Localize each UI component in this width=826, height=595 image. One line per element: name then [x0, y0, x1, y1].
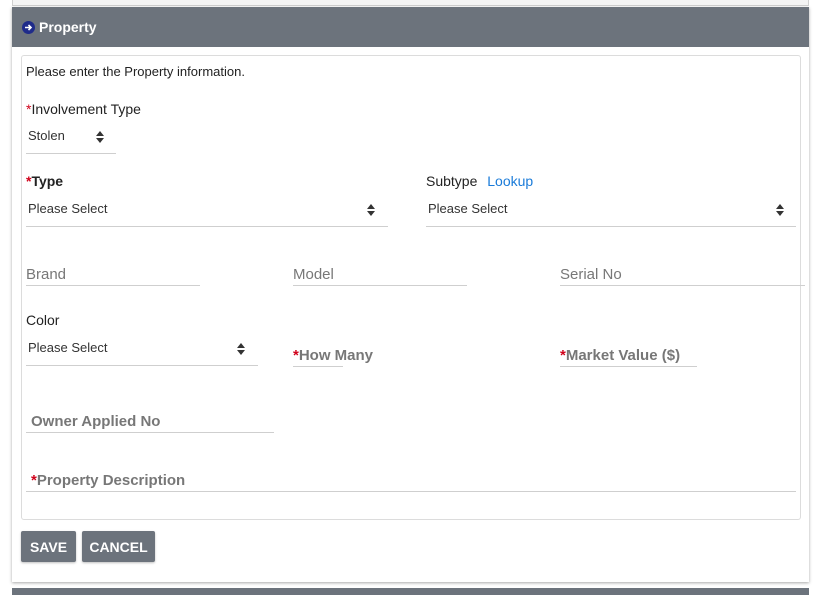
color-select[interactable]: Please Select [26, 340, 258, 366]
next-section-header-edge [12, 588, 809, 595]
involvement-type-label: *Involvement Type [26, 101, 141, 117]
sort-icon [96, 131, 104, 143]
owner-applied-no-input[interactable]: Owner Applied No [31, 413, 160, 430]
lookup-link[interactable]: Lookup [487, 173, 533, 189]
type-label: *Type [26, 173, 64, 189]
market-value-input[interactable]: *Market Value ($) [560, 347, 680, 364]
property-description-underline [26, 491, 796, 492]
subtype-select[interactable]: Please Select [426, 201, 796, 227]
owner-applied-no-underline [26, 432, 274, 433]
panel-title: Property [39, 19, 97, 35]
subtype-label: Subtype Lookup [426, 173, 534, 189]
property-form: Please enter the Property information. *… [21, 55, 805, 520]
serial-no-underline [560, 285, 805, 286]
property-description-input[interactable]: *Property Description [31, 472, 185, 489]
involvement-type-select[interactable]: Stolen [26, 128, 116, 154]
type-select[interactable]: Please Select [26, 201, 388, 227]
sort-icon [367, 204, 375, 216]
market-value-underline [560, 366, 697, 367]
color-label: Color [26, 312, 60, 328]
sort-icon [776, 204, 784, 216]
how-many-underline [293, 366, 343, 367]
brand-underline [26, 285, 200, 286]
sort-icon [237, 343, 245, 355]
cancel-button[interactable]: CANCEL [82, 531, 155, 562]
arrow-right-circle-icon [22, 20, 35, 34]
model-underline [293, 285, 467, 286]
serial-no-input[interactable]: Serial No [560, 266, 622, 283]
model-input[interactable]: Model [293, 266, 334, 283]
form-instructions: Please enter the Property information. [26, 64, 245, 79]
previous-section-edge [12, 0, 809, 6]
save-button[interactable]: SAVE [21, 531, 76, 562]
how-many-input[interactable]: *How Many [293, 347, 373, 364]
property-panel-header[interactable]: Property [12, 7, 809, 47]
property-panel: Property Please enter the Property infor… [12, 7, 809, 582]
brand-input[interactable]: Brand [26, 266, 66, 283]
